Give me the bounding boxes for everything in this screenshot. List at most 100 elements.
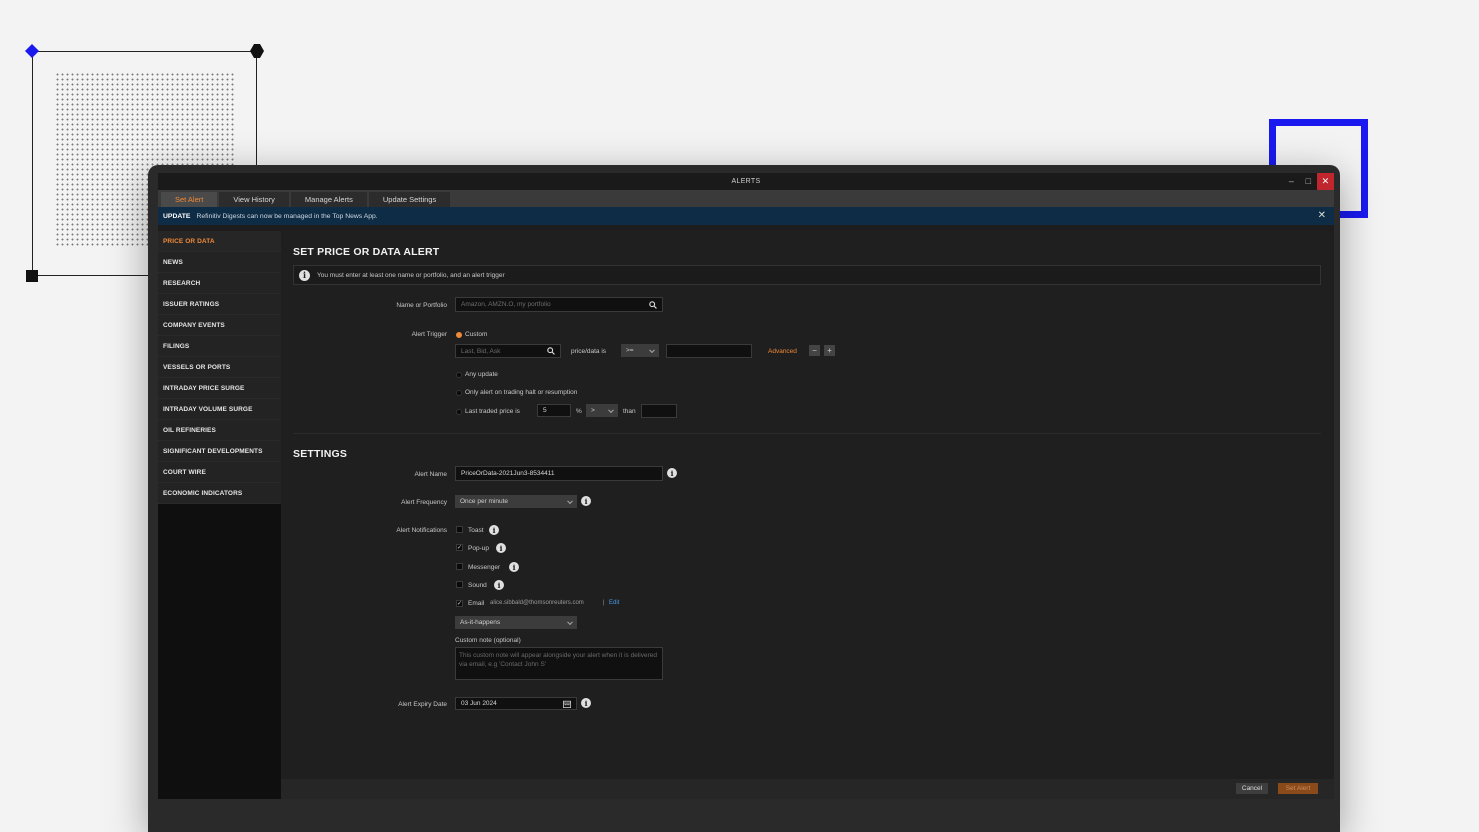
toast-label: Toast [468,527,484,534]
chevron-down-icon [649,346,655,353]
main-panel: SET PRICE OR DATA ALERT i You must enter… [281,231,1334,799]
email-address: alice.sibbald@thomsonreuters.com [490,600,584,606]
toast-info-icon[interactable]: i [489,525,499,535]
than-label: than [623,408,636,415]
than-value-input[interactable] [641,404,677,418]
field-search-icon[interactable] [547,347,555,355]
footer-bar: Cancel Set Alert [281,779,1334,799]
alerts-window: ALERTS – □ ✕ Set Alert View History Mana… [158,173,1334,799]
trigger-value-input[interactable] [666,344,752,358]
minimize-icon[interactable]: – [1283,173,1300,190]
banner-close-icon[interactable]: ✕ [1318,210,1326,221]
info-icon: i [299,269,310,281]
alert-name-label: Alert Name [414,471,447,478]
info-message-box: i You must enter at least one name or po… [293,265,1321,285]
popup-info-icon[interactable]: i [496,543,506,553]
operator-value: >= [626,347,634,354]
alert-frequency-select[interactable]: Once per minute [455,495,577,508]
tab-manage-alerts[interactable]: Manage Alerts [290,192,367,207]
operator-select[interactable]: >= [621,344,659,357]
tab-set-alert[interactable]: Set Alert [161,192,218,207]
alert-frequency-label: Alert Frequency [401,499,447,506]
tab-update-settings[interactable]: Update Settings [368,192,451,207]
calendar-icon[interactable] [563,700,571,708]
sidebar-item-vessels-or-ports[interactable]: VESSELS OR PORTS [158,357,281,378]
sidebar-item-significant-developments[interactable]: SIGNIFICANT DEVELOPMENTS [158,441,281,462]
email-label: Email [468,600,485,607]
last-traded-label: Last traded price is [465,408,520,415]
advanced-link[interactable]: Advanced [768,348,797,355]
sidebar-item-intraday-volume-surge[interactable]: INTRADAY VOLUME SURGE [158,399,281,420]
chevron-down-icon [567,618,573,625]
field-placeholder: Last, Bid, Ask [461,347,501,355]
messenger-checkbox[interactable] [456,563,463,570]
custom-radio[interactable] [456,332,462,338]
sidebar-item-court-wire[interactable]: COURT WIRE [158,462,281,483]
set-alert-button[interactable]: Set Alert [1278,783,1318,794]
alert-notifications-label: Alert Notifications [396,527,447,534]
search-icon[interactable] [649,300,657,309]
banner-tag: UPDATE [163,212,191,220]
sidebar-item-company-events[interactable]: COMPANY EVENTS [158,315,281,336]
compare-select[interactable]: > [586,404,618,417]
alert-expiry-value: 03 Jun 2024 [461,700,497,707]
percent-label: % [576,408,582,415]
sound-info-icon[interactable]: i [494,580,504,590]
title-bar: ALERTS – □ ✕ [158,173,1334,190]
expiry-info-icon[interactable]: i [581,698,591,708]
close-icon[interactable]: ✕ [1317,173,1334,190]
cancel-button[interactable]: Cancel [1236,783,1268,794]
tab-bar: Set Alert View History Manage Alerts Upd… [158,190,1334,207]
field-input[interactable]: Last, Bid, Ask [455,344,561,358]
name-portfolio-placeholder: Amazon, AMZN.O, my portfolio [461,301,551,308]
tab-view-history[interactable]: View History [219,192,289,207]
alert-expiry-input[interactable]: 03 Jun 2024 [455,697,577,710]
halt-resumption-radio[interactable] [456,390,462,396]
any-update-radio[interactable] [456,372,462,378]
sidebar-item-oil-refineries[interactable]: OIL REFINERIES [158,420,281,441]
alert-expiry-label: Alert Expiry Date [398,701,447,708]
window-title: ALERTS [731,178,761,185]
sidebar: PRICE OR DATA NEWS RESEARCH ISSUER RATIN… [158,231,281,799]
alert-section-title: SET PRICE OR DATA ALERT [293,246,440,258]
email-edit-link[interactable]: Edit [609,600,619,606]
messenger-info-icon[interactable]: i [509,562,519,572]
email-frequency-select[interactable]: As-it-happens [455,616,577,629]
sidebar-item-news[interactable]: NEWS [158,252,281,273]
maximize-icon[interactable]: □ [1300,173,1317,190]
sidebar-item-price-or-data[interactable]: PRICE OR DATA [158,231,281,252]
diamond-handle-icon [25,44,39,58]
sidebar-item-issuer-ratings[interactable]: ISSUER RATINGS [158,294,281,315]
sidebar-item-filings[interactable]: FILINGS [158,336,281,357]
info-message: You must enter at least one name or port… [317,271,505,279]
messenger-label: Messenger [468,564,501,571]
last-traded-value-input[interactable]: 5 [537,404,571,417]
update-banner: UPDATE Refinitiv Digests can now be mana… [158,207,1334,225]
sidebar-item-economic-indicators[interactable]: ECONOMIC INDICATORS [158,483,281,504]
email-frequency-value: As-it-happens [460,619,501,626]
remove-trigger-button[interactable]: − [809,345,820,356]
square-handle-icon [26,270,38,282]
sound-label: Sound [468,582,487,589]
toast-checkbox[interactable] [456,526,463,533]
chevron-down-icon [567,497,573,504]
name-portfolio-input[interactable]: Amazon, AMZN.O, my portfolio [455,297,663,312]
alert-name-info-icon[interactable]: i [667,468,677,478]
alert-name-input[interactable]: PriceOrData-2021Jun3-8534411 [455,466,663,481]
halt-resumption-label: Only alert on trading halt or resumption [465,389,578,396]
custom-label: Custom [465,331,488,338]
last-traded-radio[interactable] [456,409,462,415]
sidebar-item-research[interactable]: RESEARCH [158,273,281,294]
alert-frequency-value: Once per minute [460,498,509,505]
popup-checkbox[interactable]: ✓ [456,544,463,551]
add-trigger-button[interactable]: + [824,345,835,356]
hexagon-handle-icon [250,44,264,58]
custom-note-textarea[interactable]: This custom note will appear alongside y… [455,647,663,680]
price-data-is-label: price/data is [571,348,607,355]
sound-checkbox[interactable] [456,581,463,588]
sidebar-item-intraday-price-surge[interactable]: INTRADAY PRICE SURGE [158,378,281,399]
email-checkbox[interactable]: ✓ [456,600,463,607]
any-update-label: Any update [465,371,498,378]
email-separator: | [603,600,605,606]
frequency-info-icon[interactable]: i [581,496,591,506]
